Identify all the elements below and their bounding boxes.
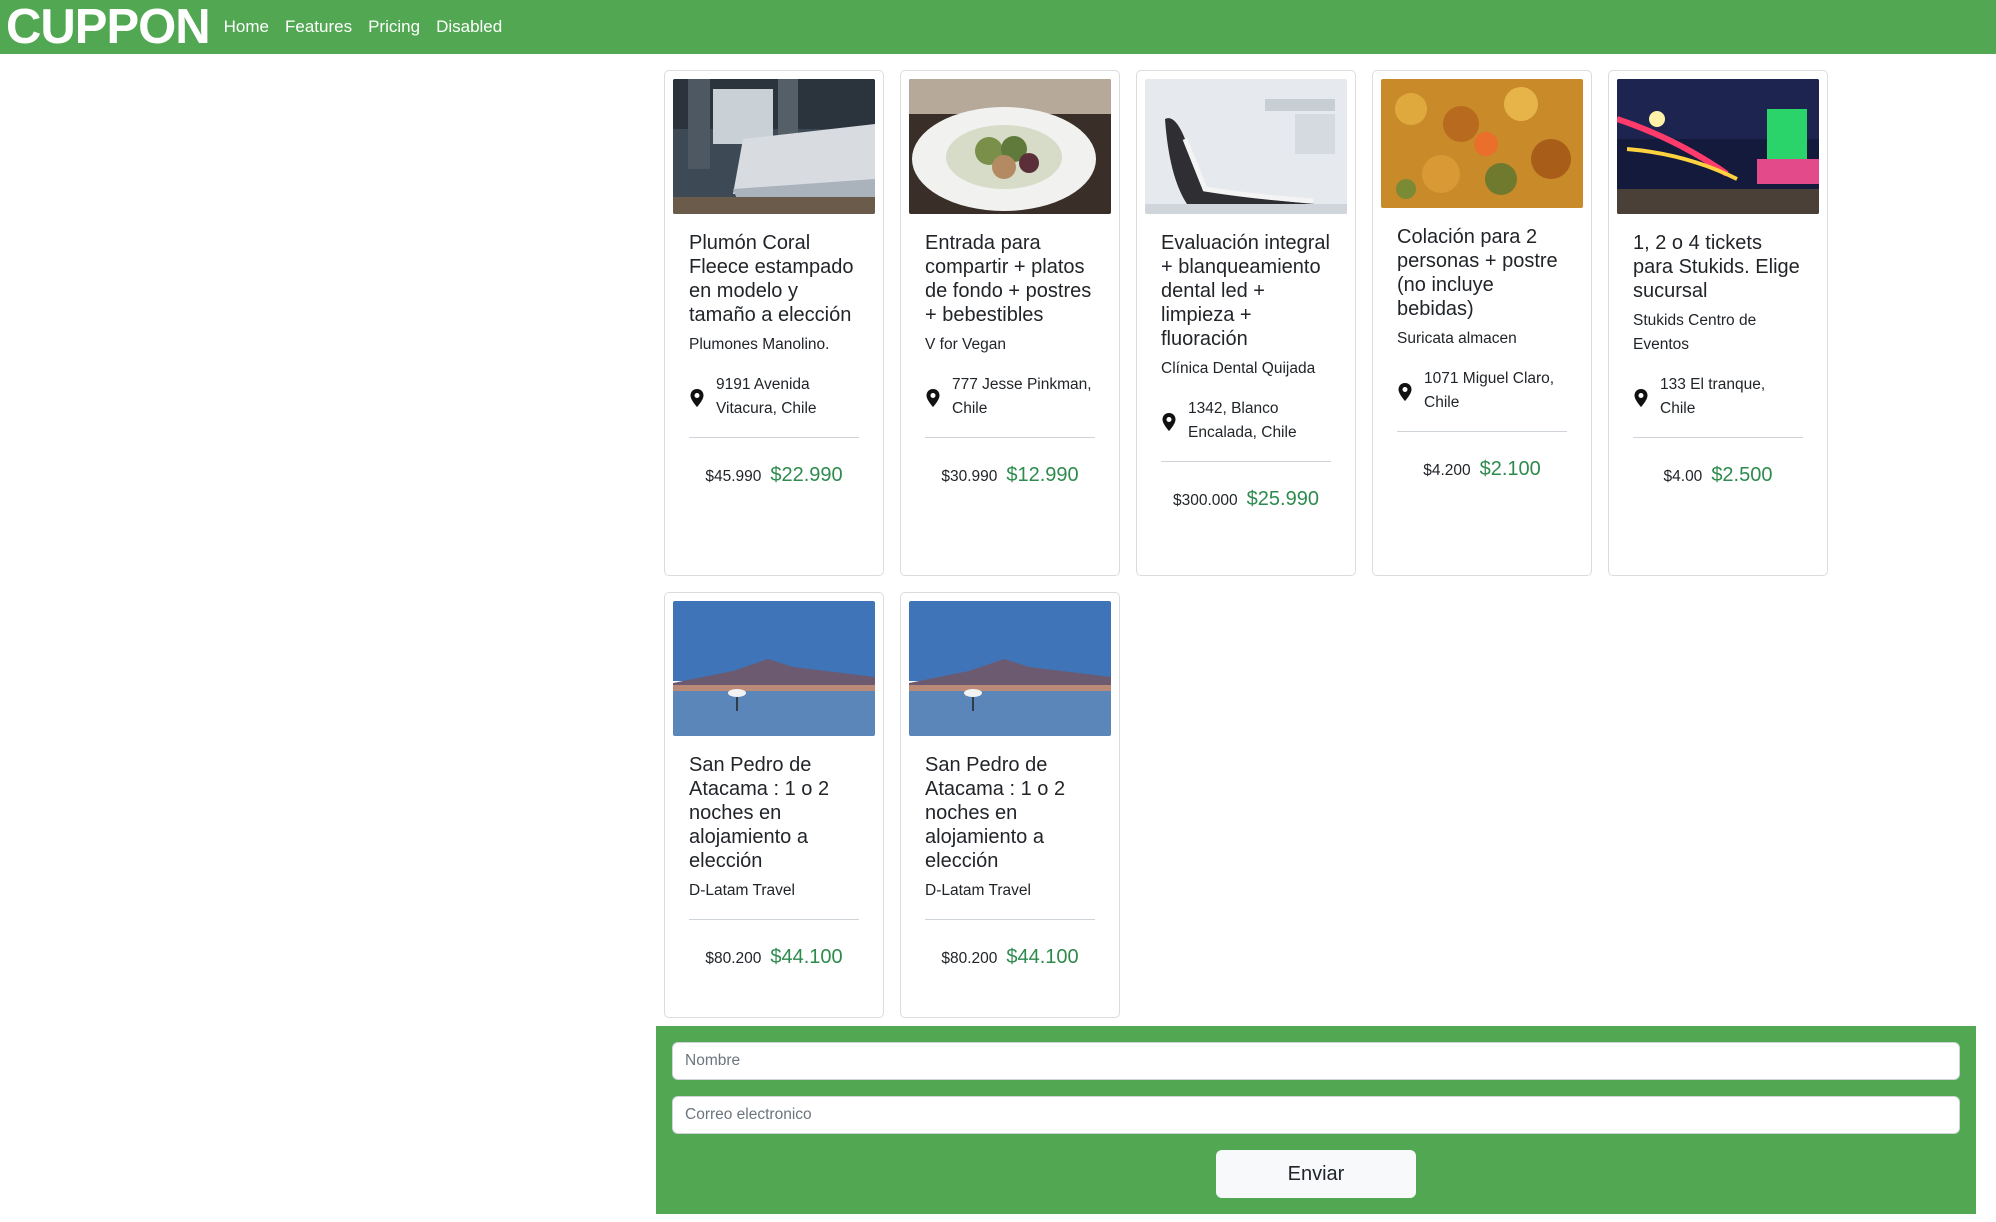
product-address: 9191 Avenida Vitacura, Chile [689, 373, 859, 421]
name-input[interactable] [672, 1042, 1960, 1080]
product-address-text: 1342, Blanco Encalada, Chile [1188, 400, 1297, 441]
price-row: $30.990 $12.990 [925, 464, 1095, 487]
map-pin-icon [1634, 389, 1648, 407]
old-price: $30.990 [941, 468, 998, 485]
navbar: CUPPON Home Features Pricing Disabled [0, 0, 1996, 54]
new-price: $12.990 [1006, 464, 1079, 486]
card-divider [689, 437, 859, 438]
product-card[interactable]: San Pedro de Atacama : 1 o 2 noches en a… [664, 592, 884, 1018]
product-title[interactable]: 1, 2 o 4 tickets para Stukids. Elige suc… [1633, 231, 1803, 303]
product-title[interactable]: San Pedro de Atacama : 1 o 2 noches en a… [925, 753, 1095, 873]
product-address-text: 133 El tranque, Chile [1660, 376, 1766, 417]
price-row: $4.00 $2.500 [1633, 464, 1803, 487]
product-address: 777 Jesse Pinkman, Chile [925, 373, 1095, 421]
card-divider [689, 919, 859, 920]
product-address: 133 El tranque, Chile [1633, 373, 1803, 421]
nav-disabled-link[interactable]: Disabled [436, 17, 502, 37]
price-row: $80.200 $44.100 [689, 946, 859, 969]
product-card[interactable]: Entrada para compartir + platos de fondo… [900, 70, 1120, 576]
product-card[interactable]: Colación para 2 personas + postre (no in… [1372, 70, 1592, 576]
nav-home-link[interactable]: Home [224, 17, 269, 37]
price-row: $45.990 $22.990 [689, 464, 859, 487]
product-card[interactable]: 1, 2 o 4 tickets para Stukids. Elige suc… [1608, 70, 1828, 576]
product-image-bedroom [673, 79, 875, 214]
product-image-stew [1381, 79, 1583, 208]
product-vendor: D-Latam Travel [925, 882, 1031, 899]
nav-pricing-link[interactable]: Pricing [368, 17, 420, 37]
map-pin-icon [690, 389, 704, 407]
product-title[interactable]: Entrada para compartir + platos de fondo… [925, 231, 1095, 327]
card-divider [1397, 431, 1567, 432]
product-title[interactable]: Evaluación integral + blanqueamiento den… [1161, 231, 1331, 351]
new-price: $25.990 [1246, 488, 1319, 510]
new-price: $44.100 [1006, 946, 1079, 968]
card-divider [925, 919, 1095, 920]
nav-features-link[interactable]: Features [285, 17, 352, 37]
brand-logo[interactable]: CUPPON [6, 0, 211, 54]
product-vendor: Plumones Manolino. [689, 336, 830, 353]
map-pin-icon [926, 389, 940, 407]
subscribe-form: Enviar [656, 1026, 1976, 1214]
old-price: $4.00 [1663, 468, 1703, 485]
old-price: $80.200 [941, 950, 998, 967]
product-title[interactable]: Plumón Coral Fleece estampado en modelo … [689, 231, 859, 327]
product-image-salad-plate [909, 79, 1111, 214]
price-row: $300.000 $25.990 [1161, 488, 1331, 511]
card-divider [925, 437, 1095, 438]
map-pin-icon [1162, 413, 1176, 431]
old-price: $80.200 [705, 950, 762, 967]
old-price: $4.200 [1423, 462, 1471, 479]
product-image-dental-chair [1145, 79, 1347, 214]
product-image-lagoon-flamingo [673, 601, 875, 736]
product-title[interactable]: San Pedro de Atacama : 1 o 2 noches en a… [689, 753, 859, 873]
new-price: $44.100 [770, 946, 843, 968]
product-image-fairground-night [1617, 79, 1819, 214]
price-row: $4.200 $2.100 [1397, 458, 1567, 481]
product-vendor: D-Latam Travel [689, 882, 795, 899]
product-address-text: 777 Jesse Pinkman, Chile [952, 376, 1092, 417]
old-price: $300.000 [1173, 492, 1238, 509]
product-address: 1071 Miguel Claro, Chile [1397, 367, 1567, 415]
product-address-text: 9191 Avenida Vitacura, Chile [716, 376, 817, 417]
price-row: $80.200 $44.100 [925, 946, 1095, 969]
product-vendor: Stukids Centro de Eventos [1633, 312, 1757, 353]
new-price: $2.500 [1711, 464, 1773, 486]
submit-button[interactable]: Enviar [1216, 1150, 1416, 1198]
product-vendor: V for Vegan [925, 336, 1007, 353]
new-price: $2.100 [1479, 458, 1541, 480]
product-card[interactable]: San Pedro de Atacama : 1 o 2 noches en a… [900, 592, 1120, 1018]
product-card[interactable]: Evaluación integral + blanqueamiento den… [1136, 70, 1356, 576]
map-pin-icon [1398, 383, 1412, 401]
product-card[interactable]: Plumón Coral Fleece estampado en modelo … [664, 70, 884, 576]
card-divider [1633, 437, 1803, 438]
product-vendor: Suricata almacen [1397, 330, 1517, 347]
product-vendor: Clínica Dental Quijada [1161, 360, 1316, 377]
product-image-lagoon-flamingo [909, 601, 1111, 736]
email-input[interactable] [672, 1096, 1960, 1134]
product-address: 1342, Blanco Encalada, Chile [1161, 397, 1331, 445]
product-title[interactable]: Colación para 2 personas + postre (no in… [1397, 225, 1567, 321]
new-price: $22.990 [770, 464, 843, 486]
card-divider [1161, 461, 1331, 462]
product-address-text: 1071 Miguel Claro, Chile [1424, 370, 1555, 411]
old-price: $45.990 [705, 468, 762, 485]
